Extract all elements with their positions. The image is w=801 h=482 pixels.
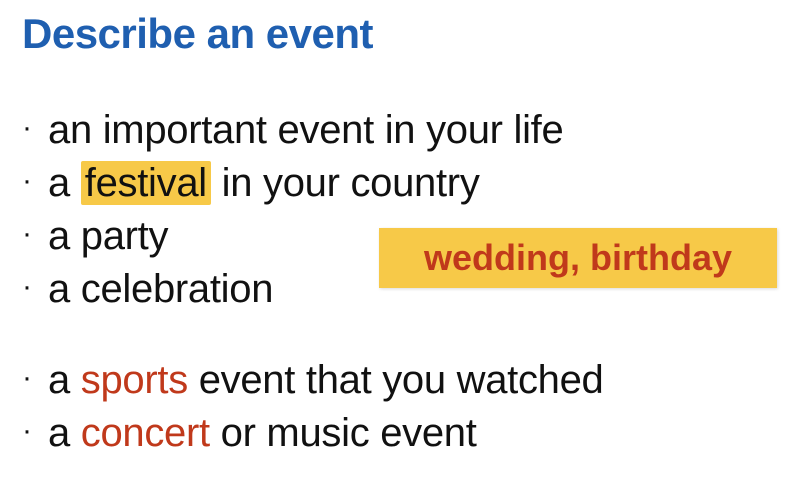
highlighted-word-festival: festival bbox=[80, 161, 211, 205]
bullet-text: in your country bbox=[210, 161, 480, 205]
bullet-text: a bbox=[48, 161, 81, 205]
bullet-text: a bbox=[48, 411, 81, 455]
bullet-item-important-event: · an important event in your life bbox=[22, 106, 564, 154]
red-word-sports: sports bbox=[80, 358, 188, 402]
bullet-dot: · bbox=[22, 270, 32, 303]
bullet-text: or music event bbox=[209, 411, 477, 455]
bullet-text: event that you watched bbox=[187, 358, 604, 402]
red-word-concert: concert bbox=[80, 411, 210, 455]
slide-title: Describe an event bbox=[22, 10, 374, 57]
bullet-text: a bbox=[48, 358, 81, 402]
bullet-text: an important event in your life bbox=[48, 108, 564, 152]
slide: Describe an event · an important event in… bbox=[0, 0, 801, 482]
bullet-item-sports-event: · a sports event that you watched bbox=[22, 356, 604, 404]
bullet-item-party: · a party bbox=[22, 212, 168, 260]
bullet-dot: · bbox=[22, 361, 32, 394]
callout-wedding-birthday: wedding, birthday bbox=[379, 228, 777, 288]
bullet-item-celebration: · a celebration bbox=[22, 265, 273, 313]
bullet-text: a celebration bbox=[48, 267, 274, 311]
bullet-text: a party bbox=[48, 214, 169, 258]
bullet-item-concert: · a concert or music event bbox=[22, 409, 477, 457]
bullet-dot: · bbox=[22, 217, 32, 250]
bullet-dot: · bbox=[22, 164, 32, 197]
bullet-dot: · bbox=[22, 111, 32, 144]
bullet-item-festival: · a festival in your country bbox=[22, 159, 480, 207]
bullet-dot: · bbox=[22, 414, 32, 447]
